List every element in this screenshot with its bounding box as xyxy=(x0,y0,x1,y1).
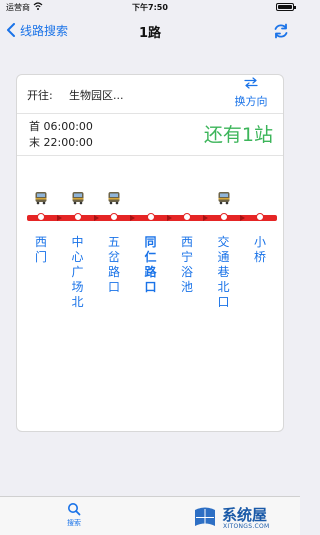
direction-arrow xyxy=(203,215,209,221)
schedule-row: 首 06:00:00 末 22:00:00 还有1站 xyxy=(17,113,283,156)
stop-name[interactable]: 交通巷北口 xyxy=(216,235,232,310)
chevron-left-icon xyxy=(7,23,15,37)
search-icon xyxy=(68,503,81,516)
destination-name: 生物园区... xyxy=(69,89,124,102)
windows-logo-icon xyxy=(195,507,215,526)
stop-name[interactable]: 西门 xyxy=(33,235,49,265)
switch-direction-label: 换方向 xyxy=(234,95,268,108)
bus-icon xyxy=(72,192,83,205)
stop-marker xyxy=(146,213,155,221)
stop-name[interactable]: 小桥 xyxy=(252,235,268,265)
bus-icon xyxy=(108,192,120,205)
direction-arrow xyxy=(166,215,172,221)
battery-icon xyxy=(276,3,296,11)
direction-arrow xyxy=(239,215,245,221)
stop-name[interactable]: 五岔路口 xyxy=(106,235,122,295)
direction-arrow xyxy=(57,215,63,221)
navigation-bar: 线路搜索 1路 xyxy=(0,14,300,46)
bus-icon xyxy=(35,192,47,205)
tab-search[interactable]: 搜索 xyxy=(56,499,92,533)
stop-marker xyxy=(219,213,228,221)
route-card: 开往: 生物园区... 换方向 首 06:00:00 末 22:00:00 还有… xyxy=(16,74,284,432)
stop-marker xyxy=(256,213,264,221)
route-map: 西门 中心广场北 五岔路口 同仁路口 西宁浴池 交通巷北口 小桥 xyxy=(17,175,283,325)
watermark-name: 系统屋 xyxy=(222,506,268,524)
direction-label: 开往: xyxy=(27,89,53,102)
status-bar: 运营商 下午7:50 xyxy=(0,0,300,14)
first-bus-time: 首 06:00:00 xyxy=(29,120,93,133)
site-watermark: 系统屋 XITONGS.COM xyxy=(192,504,296,532)
switch-direction-button[interactable]: 换方向 xyxy=(229,77,273,111)
stop-name[interactable]: 同仁路口 xyxy=(143,235,159,295)
swap-arrows-icon xyxy=(244,77,258,89)
stop-marker xyxy=(73,213,82,221)
watermark-domain: XITONGS.COM xyxy=(223,523,270,530)
direction-row: 开往: 生物园区... 换方向 xyxy=(17,75,283,114)
back-button[interactable]: 线路搜索 xyxy=(6,20,68,40)
last-bus-time: 末 22:00:00 xyxy=(29,136,93,149)
back-button-label: 线路搜索 xyxy=(20,23,69,38)
stop-marker xyxy=(110,213,118,221)
direction-arrow xyxy=(130,215,136,221)
status-time: 下午7:50 xyxy=(132,3,168,12)
stop-name[interactable]: 西宁浴池 xyxy=(179,235,195,295)
stop-name[interactable]: 中心广场北 xyxy=(70,235,86,310)
refresh-icon[interactable] xyxy=(272,22,290,40)
stop-marker xyxy=(183,213,191,221)
direction-arrow xyxy=(93,215,99,221)
arrival-countdown: 还有1站 xyxy=(203,124,273,146)
bus-icon xyxy=(218,192,229,205)
stop-marker xyxy=(37,213,45,221)
tab-search-label: 搜索 xyxy=(67,519,81,527)
